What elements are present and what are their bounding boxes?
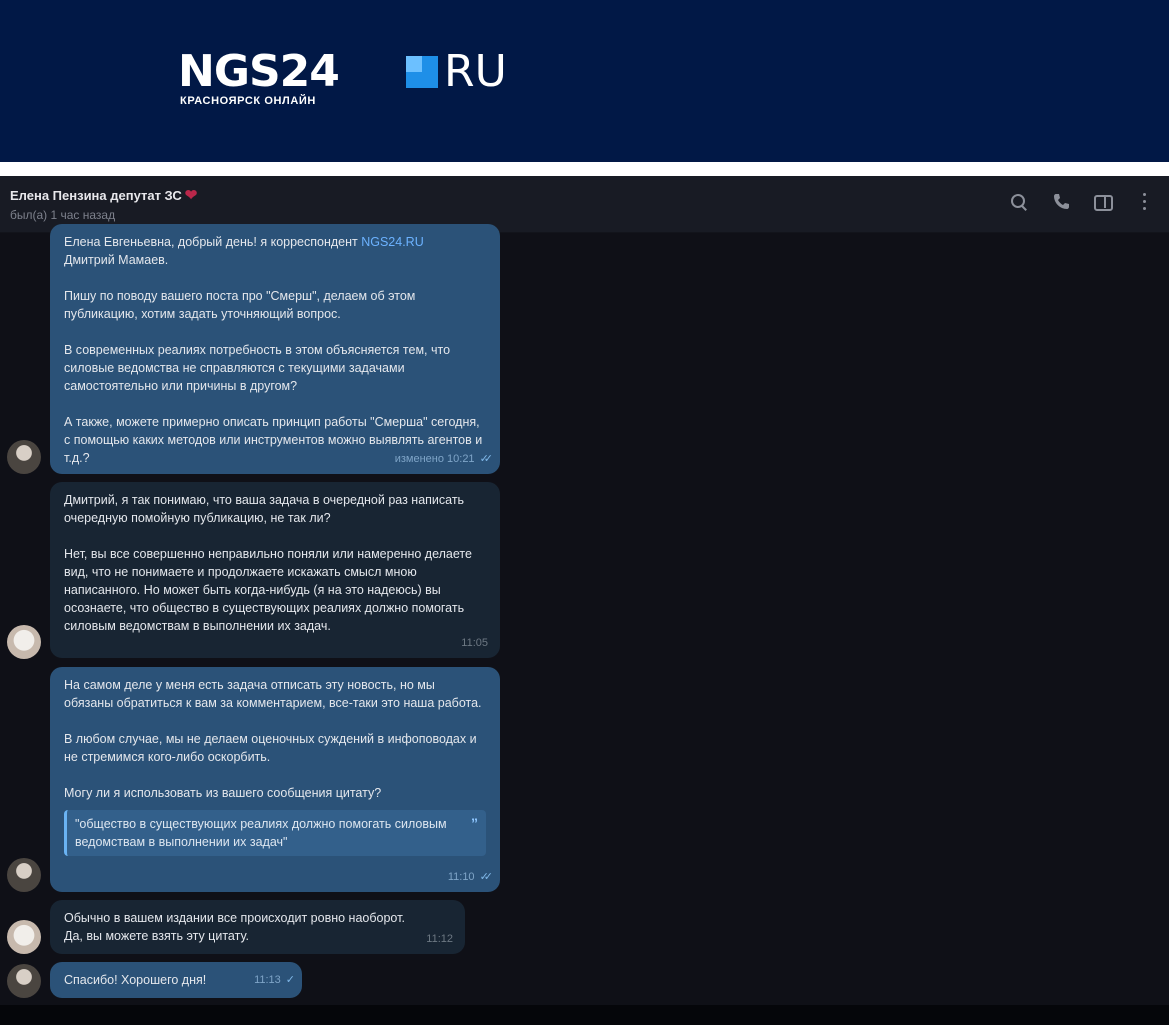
contact-name-text: Елена Пензина депутат ЗС [10,188,182,203]
message-text: Нет, вы все совершенно неправильно понял… [64,547,472,633]
message-time: 11:05 [461,637,488,649]
message-meta: изменено 10:21 ✓✓ [394,450,494,468]
logo-main-text: NGS24 [178,46,340,97]
avatar[interactable] [7,625,41,659]
ngs24-banner: NGS24 RU КРАСНОЯРСК ОНЛАЙН [0,0,1169,162]
avatar[interactable] [7,964,41,998]
message-time: изменено 10:21 [394,453,475,465]
panel-icon[interactable] [1093,192,1113,212]
double-check-icon: ✓✓ [479,871,494,883]
message-bubble[interactable]: Обычно в вашем издании все происходит ро… [50,900,465,954]
message-text: Пишу по поводу вашего поста про "Смерш",… [64,289,416,321]
message-meta: 11:13 ✓ [254,971,295,989]
avatar[interactable] [7,440,41,474]
divider-strip [0,162,1169,176]
message-text: Обычно в вашем издании все происходит ро… [64,911,405,943]
avatar[interactable] [7,858,41,892]
message-bubble[interactable]: Елена Евгеньевна, добрый день! я корресп… [50,224,500,474]
double-check-icon: ✓✓ [479,453,494,465]
quote-text: "общество в существующих реалиях должно … [75,817,447,849]
message-bubble[interactable]: Спасибо! Хорошего дня! 11:13 ✓ [50,962,302,998]
header-actions [1009,192,1155,212]
search-icon[interactable] [1009,192,1029,212]
message-bubble[interactable]: На самом деле у меня есть задача отписат… [50,667,500,892]
message-text: В современных реалиях потребность в этом… [64,343,451,393]
message-time: 11:10 [447,871,475,883]
message-meta: 11:10 ✓✓ [447,868,494,886]
logo-square-icon [406,56,438,88]
message-text: На самом деле у меня есть задача отписат… [64,678,482,710]
message-time: 11:12 [426,933,453,945]
message-text: Могу ли я использовать из вашего сообщен… [64,786,382,800]
message-text: Дмитрий, я так понимаю, что ваша задача … [64,493,465,525]
quote-block[interactable]: "общество в существующих реалиях должно … [64,810,486,856]
contact-name[interactable]: Елена Пензина депутат ЗС ❤ [10,186,197,204]
bottom-bar [0,1005,1169,1025]
message-meta: 11:05 [461,634,488,652]
logo-subtitle: КРАСНОЯРСК ОНЛАЙН [180,95,316,107]
contact-status: был(а) 1 час назад [10,208,116,222]
ngs24-link[interactable]: NGS24.RU [361,235,424,249]
check-icon: ✓ [285,974,295,986]
avatar[interactable] [7,920,41,954]
message-time: 11:13 [254,974,281,986]
phone-icon[interactable] [1051,192,1071,212]
quote-icon: ” [471,815,478,831]
message-bubble[interactable]: Дмитрий, я так понимаю, что ваша задача … [50,482,500,658]
logo-ru-text: RU [444,46,507,97]
message-text: В любом случае, мы не делаем оценочных с… [64,732,477,764]
heart-icon: ❤ [184,187,198,204]
message-text: Елена Евгеньевна, добрый день! я корресп… [64,235,424,267]
more-icon[interactable] [1135,192,1155,212]
message-meta: 11:12 [426,930,453,948]
